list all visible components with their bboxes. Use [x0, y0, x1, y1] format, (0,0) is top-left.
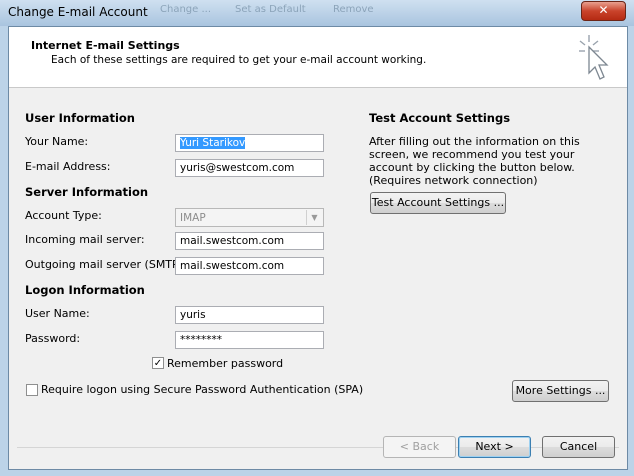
password-label: Password: — [25, 332, 81, 345]
account-type-label: Account Type: — [25, 209, 102, 222]
account-type-value: IMAP — [180, 212, 206, 224]
background-tab-change: Change ... — [160, 4, 212, 15]
chevron-down-icon: ▼ — [306, 210, 322, 225]
user-info-heading: User Information — [25, 111, 135, 125]
dialog-window: Change E-mail Account Change ... Set as … — [0, 0, 634, 476]
incoming-server-label: Incoming mail server: — [25, 233, 145, 246]
back-button[interactable]: < Back — [383, 436, 456, 458]
your-name-input[interactable]: Yuri Starikov — [175, 134, 324, 152]
test-settings-description: After filling out the information on thi… — [369, 135, 580, 187]
cursor-sparkle-icon — [579, 35, 609, 80]
logon-info-heading: Logon Information — [25, 283, 145, 297]
your-name-label: Your Name: — [25, 135, 89, 148]
outgoing-server-label: Outgoing mail server (SMTP): — [25, 258, 187, 271]
spa-checkbox[interactable] — [26, 384, 38, 396]
email-address-label: E-mail Address: — [25, 160, 111, 173]
incoming-server-input[interactable]: mail.swestcom.com — [175, 232, 324, 250]
password-input[interactable]: ******** — [175, 331, 324, 349]
spa-label[interactable]: Require logon using Secure Password Auth… — [41, 383, 363, 396]
server-info-heading: Server Information — [25, 185, 149, 199]
background-tab-remove: Remove — [333, 4, 374, 15]
outgoing-server-input[interactable]: mail.swestcom.com — [175, 257, 324, 275]
remember-password-label[interactable]: Remember password — [167, 357, 283, 370]
dialog-body: Internet E-mail Settings Each of these s… — [8, 26, 628, 470]
test-settings-heading: Test Account Settings — [369, 111, 511, 125]
remember-password-checkbox[interactable]: ✓ — [152, 357, 164, 369]
background-tab-default: Set as Default — [235, 4, 306, 15]
header-panel: Internet E-mail Settings Each of these s… — [9, 27, 627, 88]
account-type-select[interactable]: IMAP ▼ — [175, 208, 324, 227]
user-name-label: User Name: — [25, 307, 90, 320]
email-address-input[interactable]: yuris@swestcom.com — [175, 159, 324, 177]
header-subtitle: Each of these settings are required to g… — [51, 54, 427, 66]
test-account-settings-button[interactable]: Test Account Settings ... — [370, 192, 506, 214]
cancel-button[interactable]: Cancel — [542, 436, 615, 458]
your-name-value: Yuri Starikov — [180, 137, 246, 149]
next-button[interactable]: Next > — [458, 436, 531, 458]
user-name-input[interactable]: yuris — [175, 306, 324, 324]
close-button[interactable]: ✕ — [581, 1, 626, 21]
title-bar[interactable]: Change E-mail Account Change ... Set as … — [0, 0, 634, 26]
header-title: Internet E-mail Settings — [31, 39, 180, 52]
more-settings-button[interactable]: More Settings ... — [512, 380, 609, 402]
window-title: Change E-mail Account — [8, 5, 148, 19]
